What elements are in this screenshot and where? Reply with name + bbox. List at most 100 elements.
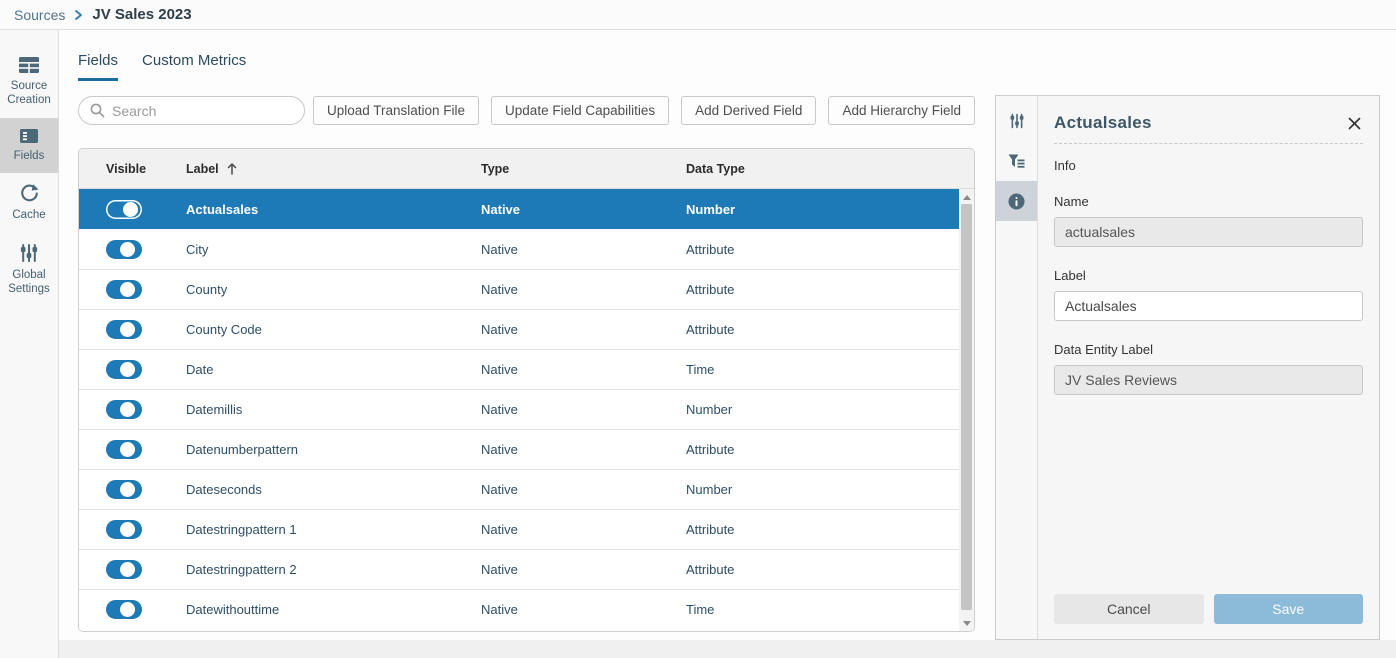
visible-toggle[interactable]	[106, 400, 142, 419]
close-icon[interactable]	[1346, 115, 1363, 132]
field-data-type-cell: Number	[686, 402, 974, 417]
content-area: Fields Custom Metrics Upload Translation…	[59, 30, 1396, 640]
search-icon	[89, 102, 106, 119]
field-label-cell: Datestringpattern 1	[186, 522, 481, 537]
sort-ascending-icon	[226, 162, 238, 175]
fields-list-icon	[19, 128, 39, 144]
visible-toggle[interactable]	[106, 360, 142, 379]
field-data-type-cell: Attribute	[686, 442, 974, 457]
field-label-cell: County Code	[186, 322, 481, 337]
table-row[interactable]: City Native Attribute	[79, 229, 974, 269]
table-row[interactable]: Datenumberpattern Native Attribute	[79, 429, 974, 469]
panel-detail: Actualsales Info Name Label Data Entity …	[1038, 96, 1379, 639]
column-header-data-type[interactable]: Data Type	[686, 162, 974, 176]
table-header: Visible Label Type Data Type	[79, 149, 974, 189]
column-header-visible[interactable]: Visible	[79, 162, 186, 176]
sidebar-item-cache[interactable]: Cache	[0, 173, 58, 232]
panel-actions: Cancel Save	[1054, 594, 1363, 624]
column-header-label[interactable]: Label	[186, 162, 481, 176]
data-entity-label-field	[1054, 365, 1363, 395]
toolbar-buttons: Upload Translation File Update Field Cap…	[313, 96, 975, 125]
field-type-cell: Native	[481, 482, 686, 497]
topbar: Sources JV Sales 2023	[0, 0, 1396, 30]
breadcrumb-chevron-icon	[74, 10, 83, 20]
toolbar-button[interactable]: Upload Translation File	[313, 96, 479, 125]
fields-table: Visible Label Type Data Type Actualsales	[78, 148, 975, 632]
name-field-label: Name	[1054, 194, 1363, 209]
visible-toggle[interactable]	[106, 480, 142, 499]
label-field[interactable]	[1054, 291, 1363, 321]
name-field	[1054, 217, 1363, 247]
field-label-cell: Datewithouttime	[186, 602, 481, 617]
save-button[interactable]: Save	[1214, 594, 1364, 624]
field-data-type-cell: Attribute	[686, 242, 974, 257]
sidebar-item-label: Source Creation	[2, 79, 56, 108]
field-data-type-cell: Attribute	[686, 282, 974, 297]
table-scrollbar[interactable]	[959, 189, 974, 632]
data-entity-label-field-label: Data Entity Label	[1054, 342, 1363, 357]
field-label-cell: Date	[186, 362, 481, 377]
breadcrumb-sources-link[interactable]: Sources	[14, 7, 65, 23]
search-input[interactable]	[78, 96, 305, 125]
tab-custom-metrics[interactable]: Custom Metrics	[142, 52, 246, 81]
visible-toggle[interactable]	[106, 240, 142, 259]
field-type-cell: Native	[481, 282, 686, 297]
sidebar-item-label: Fields	[14, 149, 45, 163]
breadcrumb-current: JV Sales 2023	[92, 6, 191, 23]
sidebar-item-source-creation[interactable]: Source Creation	[0, 46, 58, 118]
field-label-cell: City	[186, 242, 481, 257]
sidebar-item-fields[interactable]: Fields	[0, 118, 58, 173]
scrollbar-thumb[interactable]	[961, 204, 972, 610]
table-row[interactable]: Datewithouttime Native Time	[79, 589, 974, 629]
visible-toggle[interactable]	[106, 520, 142, 539]
sidebar-item-global-settings[interactable]: Global Settings	[0, 233, 58, 307]
tab-fields[interactable]: Fields	[78, 52, 118, 81]
table-row[interactable]: Datestringpattern 1 Native Attribute	[79, 509, 974, 549]
field-data-type-cell: Time	[686, 602, 974, 617]
field-data-type-cell: Attribute	[686, 322, 974, 337]
field-type-cell: Native	[481, 562, 686, 577]
panel-rail	[996, 96, 1038, 639]
field-label-cell: Actualsales	[186, 202, 481, 217]
table-row[interactable]: Date Native Time	[79, 349, 974, 389]
field-detail-panel: Actualsales Info Name Label Data Entity …	[995, 95, 1380, 640]
table-row[interactable]: County Code Native Attribute	[79, 309, 974, 349]
field-label-cell: Dateseconds	[186, 482, 481, 497]
field-data-type-cell: Number	[686, 202, 974, 217]
visible-toggle[interactable]	[106, 560, 142, 579]
scroll-up-arrow-icon[interactable]	[959, 191, 974, 204]
filter-icon[interactable]	[996, 141, 1037, 181]
column-header-type[interactable]: Type	[481, 162, 686, 176]
panel-section-title: Info	[1054, 158, 1363, 173]
info-icon[interactable]	[996, 181, 1037, 221]
field-type-cell: Native	[481, 242, 686, 257]
visible-toggle[interactable]	[106, 280, 142, 299]
search-box	[78, 96, 305, 125]
visible-toggle[interactable]	[106, 320, 142, 339]
field-label-cell: Datemillis	[186, 402, 481, 417]
visible-toggle[interactable]	[106, 440, 142, 459]
sliders-icon	[19, 243, 39, 263]
toolbar-button[interactable]: Add Derived Field	[681, 96, 816, 125]
sliders-icon[interactable]	[996, 101, 1037, 141]
table-row[interactable]: Dateseconds Native Number	[79, 469, 974, 509]
table-row[interactable]: Datemillis Native Number	[79, 389, 974, 429]
table-row[interactable]: Actualsales Native Number	[79, 189, 974, 229]
field-data-type-cell: Number	[686, 482, 974, 497]
panel-title: Actualsales	[1054, 113, 1152, 133]
field-type-cell: Native	[481, 362, 686, 377]
scroll-down-arrow-icon[interactable]	[959, 617, 974, 630]
table-row[interactable]: County Native Attribute	[79, 269, 974, 309]
toolbar-button[interactable]: Update Field Capabilities	[491, 96, 669, 125]
cancel-button[interactable]: Cancel	[1054, 594, 1204, 624]
table-icon	[18, 56, 40, 74]
visible-toggle[interactable]	[106, 200, 142, 219]
toolbar-button[interactable]: Add Hierarchy Field	[828, 96, 975, 125]
sidebar-item-label: Global Settings	[2, 268, 56, 297]
tab-bar: Fields Custom Metrics	[78, 52, 246, 81]
field-type-cell: Native	[481, 442, 686, 457]
table-row[interactable]: Datestringpattern 2 Native Attribute	[79, 549, 974, 589]
field-label-cell: Datenumberpattern	[186, 442, 481, 457]
visible-toggle[interactable]	[106, 600, 142, 619]
field-type-cell: Native	[481, 602, 686, 617]
